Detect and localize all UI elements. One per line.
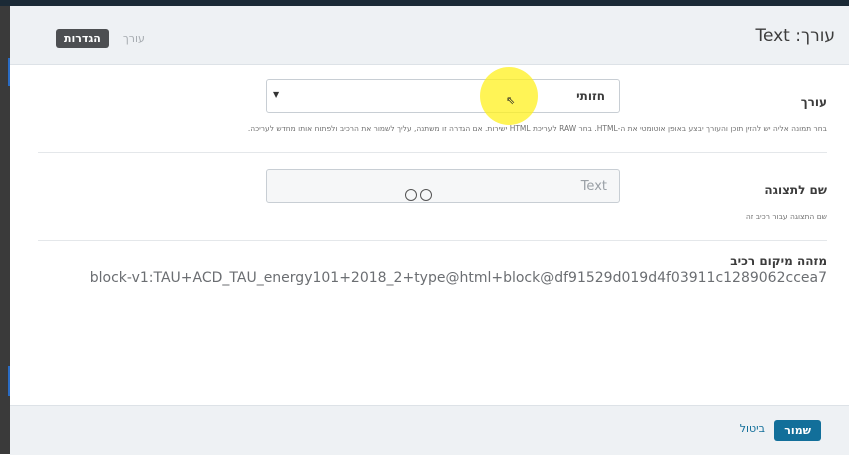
divider: [38, 240, 827, 241]
background-page-edge: [0, 6, 11, 454]
modal-header: עורך: Text עורך הגדרות: [10, 6, 849, 65]
editor-select[interactable]: חזותי ▼: [266, 79, 620, 113]
editor-select-value: חזותי: [576, 89, 605, 103]
editor-field-label: עורך: [800, 95, 827, 109]
display-name-input[interactable]: Text: [266, 169, 620, 203]
modal-footer: שמור ביטול: [10, 405, 849, 455]
display-name-label: שם לתצוגה: [764, 183, 827, 197]
tab-editor[interactable]: עורך: [109, 29, 159, 48]
cancel-button[interactable]: ביטול: [740, 422, 765, 435]
display-name-help-text: שם התצוגה עבור רכיב זה: [745, 212, 827, 221]
modal-title: עורך: Text: [755, 26, 835, 46]
mouse-pointer-icon: ⇖: [506, 94, 516, 107]
tab-settings[interactable]: הגדרות: [56, 29, 109, 48]
mode-tabs: עורך הגדרות: [56, 29, 159, 48]
locator-label: מזהה מיקום רכיב: [730, 254, 827, 268]
loading-icon: [405, 186, 435, 205]
dropdown-arrow-icon: ▼: [273, 90, 280, 99]
editor-modal: עורך: Text עורך הגדרות עורך חזותי ▼ בחר …: [10, 6, 849, 455]
locator-value: block-v1:TAU+ACD_TAU_energy101+2018_2+ty…: [89, 270, 827, 286]
save-button[interactable]: שמור: [774, 420, 821, 441]
editor-help-text: בחר תמונה אליה יש להזין תוכן והעורך יבצע…: [247, 124, 827, 133]
display-name-value: Text: [580, 179, 607, 194]
divider: [38, 152, 827, 153]
